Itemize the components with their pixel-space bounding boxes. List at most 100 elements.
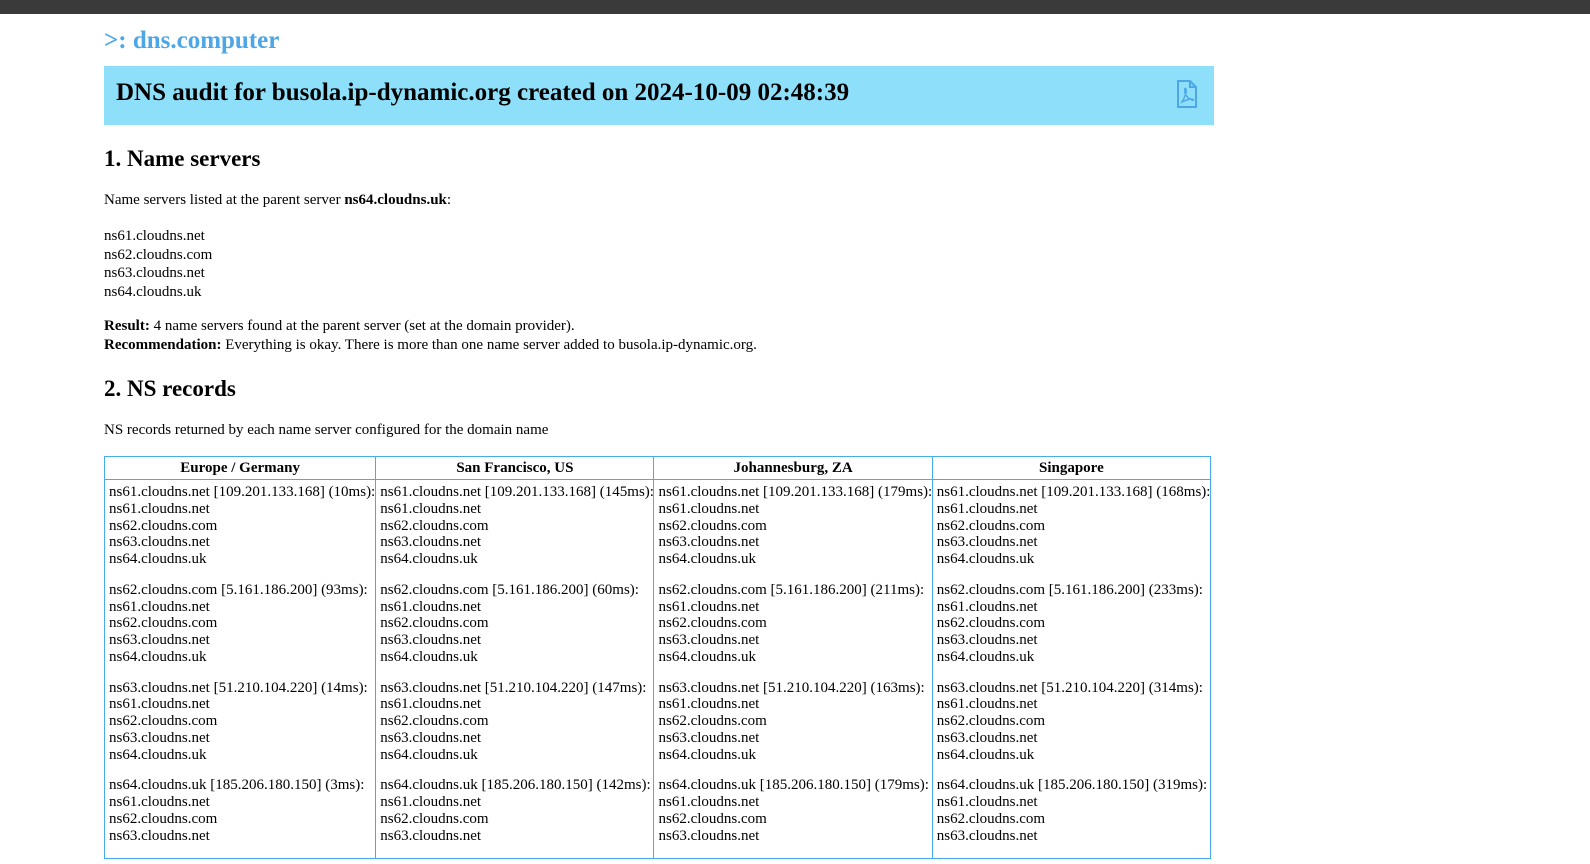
ns-record: ns61.cloudns.net xyxy=(658,794,760,810)
ns-record: ns63.cloudns.net xyxy=(936,534,1038,551)
intro-suffix: : xyxy=(446,192,452,208)
ns-record: ns62.cloudns.com xyxy=(109,615,218,632)
ns-response-header: ns62.cloudns.com [5.161.186.200] (211ms)… xyxy=(658,581,925,598)
section-heading-name-servers: 1. Name servers xyxy=(104,146,261,171)
ns-records-table: Europe / Germany San Francisco, US Johan… xyxy=(103,456,1212,860)
ns-record: ns62.cloudns.com xyxy=(658,615,767,632)
ns-record: ns61.cloudns.net xyxy=(936,500,1038,517)
ns-response-header: ns61.cloudns.net [109.201.133.168] (145m… xyxy=(380,484,654,500)
ns-response-header: ns64.cloudns.uk [185.206.180.150] (319ms… xyxy=(936,777,1208,794)
ns-record: ns63.cloudns.net xyxy=(658,534,760,551)
result-line: Result: 4 name servers found at the pare… xyxy=(104,317,1214,336)
pdf-file-icon[interactable] xyxy=(1176,80,1198,108)
ns-record: ns64.cloudns.uk xyxy=(380,746,478,763)
ns-record: ns61.cloudns.net xyxy=(109,500,210,517)
ns-record: ns62.cloudns.com xyxy=(658,713,767,729)
ns-response-block: ns61.cloudns.net [109.201.133.168] (168m… xyxy=(936,484,1211,568)
ns-record: ns61.cloudns.net xyxy=(936,794,1038,810)
ns-record: ns61.cloudns.net xyxy=(109,696,210,713)
ns-record: ns62.cloudns.com xyxy=(109,810,218,827)
ns-response-block: ns62.cloudns.com [5.161.186.200] (93ms):… xyxy=(109,582,375,666)
ns-record: ns62.cloudns.com xyxy=(658,517,767,534)
ns-record: ns61.cloudns.net xyxy=(658,500,760,517)
ns-response-header: ns61.cloudns.net [109.201.133.168] (179m… xyxy=(658,484,933,500)
column-header: Europe / Germany xyxy=(103,456,377,480)
ns-record: ns61.cloudns.net xyxy=(380,500,482,517)
ns-record: ns63.cloudns.net xyxy=(380,534,482,551)
intro-prefix: Name servers listed at the parent server xyxy=(104,192,345,208)
ns-record: ns64.cloudns.uk xyxy=(936,551,1035,567)
ns-record: ns63.cloudns.net xyxy=(109,632,210,648)
parent-server-name: ns64.cloudns.uk xyxy=(344,192,447,208)
ns-record: ns64.cloudns.uk xyxy=(936,648,1035,665)
ns-record: ns62.cloudns.com xyxy=(380,517,489,534)
ns-record: ns63.cloudns.net xyxy=(658,729,760,746)
ns-response-block: ns63.cloudns.net [51.210.104.220] (147ms… xyxy=(380,680,653,764)
ns-record: ns63.cloudns.net xyxy=(936,632,1038,648)
ns-response-header: ns61.cloudns.net [109.201.133.168] (168m… xyxy=(936,484,1211,500)
ns-record: ns61.cloudns.net xyxy=(658,598,760,615)
ns-response-block: ns61.cloudns.net [109.201.133.168] (10ms… xyxy=(109,484,375,568)
ns-response-block: ns63.cloudns.net [51.210.104.220] (14ms)… xyxy=(109,680,375,764)
ns-record: ns63.cloudns.net xyxy=(658,632,760,648)
ns-response-header: ns63.cloudns.net [51.210.104.220] (314ms… xyxy=(936,679,1203,696)
ns-record: ns64.cloudns.uk xyxy=(109,746,207,763)
ns-record: ns64.cloudns.uk xyxy=(380,648,478,665)
recommendation-label: Recommendation: xyxy=(104,337,222,353)
ns-record: ns62.cloudns.com xyxy=(936,517,1046,534)
ns-response-header: ns62.cloudns.com [5.161.186.200] (93ms): xyxy=(109,581,368,598)
ns-response-header: ns63.cloudns.net [51.210.104.220] (147ms… xyxy=(380,679,647,696)
ns-record: ns61.cloudns.net xyxy=(109,794,210,810)
ns-response-header: ns61.cloudns.net [109.201.133.168] (10ms… xyxy=(109,484,376,500)
ns-record: ns64.cloudns.uk xyxy=(936,746,1035,763)
page-container: >: dns.computer DNS audit for busola.ip-… xyxy=(103,14,1214,860)
location-cell: ns61.cloudns.net [109.201.133.168] (145m… xyxy=(375,479,655,859)
ns-record: ns63.cloudns.net xyxy=(109,729,210,746)
ns-record: ns64.cloudns.uk xyxy=(109,551,207,567)
recommendation-text: Everything is okay. There is more than o… xyxy=(221,337,757,353)
table-header-row: Europe / Germany San Francisco, US Johan… xyxy=(103,456,1212,480)
ns-response-block: ns62.cloudns.com [5.161.186.200] (211ms)… xyxy=(658,582,931,666)
ns-response-block: ns62.cloudns.com [5.161.186.200] (60ms):… xyxy=(380,582,653,666)
ns-record: ns62.cloudns.com xyxy=(658,810,767,827)
column-header: Johannesburg, ZA xyxy=(653,456,933,480)
ns-response-header: ns64.cloudns.uk [185.206.180.150] (179ms… xyxy=(658,777,929,794)
ns-record: ns64.cloudns.uk xyxy=(658,648,756,665)
ns-record: ns62.cloudns.com xyxy=(109,713,218,729)
ns-record: ns63.cloudns.net xyxy=(658,827,760,844)
ns-record: ns62.cloudns.com xyxy=(380,810,489,827)
ns-response-block: ns64.cloudns.uk [185.206.180.150] (3ms):… xyxy=(109,777,375,844)
ns-record: ns63.cloudns.net xyxy=(380,729,482,746)
ns-record: ns62.cloudns.com xyxy=(380,713,489,729)
site-logo-link[interactable]: >: dns.computer xyxy=(104,26,1214,56)
result-text: 4 name servers found at the parent serve… xyxy=(149,318,575,334)
ns-record: ns62.cloudns.com xyxy=(380,615,489,632)
ns-response-header: ns62.cloudns.com [5.161.186.200] (60ms): xyxy=(380,581,639,598)
ns-record: ns63.cloudns.net xyxy=(936,729,1038,746)
column-header: San Francisco, US xyxy=(375,456,655,480)
ns-response-block: ns64.cloudns.uk [185.206.180.150] (142ms… xyxy=(380,777,653,844)
ns-response-block: ns63.cloudns.net [51.210.104.220] (314ms… xyxy=(937,680,1210,764)
table-row: ns61.cloudns.net [109.201.133.168] (10ms… xyxy=(103,479,1212,859)
ns-record: ns64.cloudns.uk xyxy=(658,551,756,567)
ns-record: ns61.cloudns.net xyxy=(380,696,482,713)
audit-banner: DNS audit for busola.ip-dynamic.org crea… xyxy=(104,66,1214,125)
ns-record: ns62.cloudns.com xyxy=(936,615,1046,632)
ns-record: ns64.cloudns.uk xyxy=(658,746,756,763)
name-server-item: ns64.cloudns.uk xyxy=(104,283,202,300)
result-label: Result: xyxy=(104,318,150,334)
ns-record: ns63.cloudns.net xyxy=(109,534,210,551)
name-server-item: ns61.cloudns.net xyxy=(104,228,205,244)
browser-top-bar xyxy=(0,0,1590,14)
ns-record: ns61.cloudns.net xyxy=(658,696,760,713)
ns-records-intro: NS records returned by each name server … xyxy=(104,422,549,438)
ns-record: ns63.cloudns.net xyxy=(936,827,1038,844)
ns-record: ns63.cloudns.net xyxy=(109,827,210,844)
ns-record: ns62.cloudns.com xyxy=(936,810,1046,827)
name-server-item: ns63.cloudns.net xyxy=(104,265,205,281)
location-cell: ns61.cloudns.net [109.201.133.168] (168m… xyxy=(931,479,1212,859)
section-heading-ns-records: 2. NS records xyxy=(104,376,236,401)
ns-response-block: ns61.cloudns.net [109.201.133.168] (179m… xyxy=(658,484,933,568)
page-title: DNS audit for busola.ip-dynamic.org crea… xyxy=(116,79,850,106)
location-cell: ns61.cloudns.net [109.201.133.168] (10ms… xyxy=(103,479,377,859)
